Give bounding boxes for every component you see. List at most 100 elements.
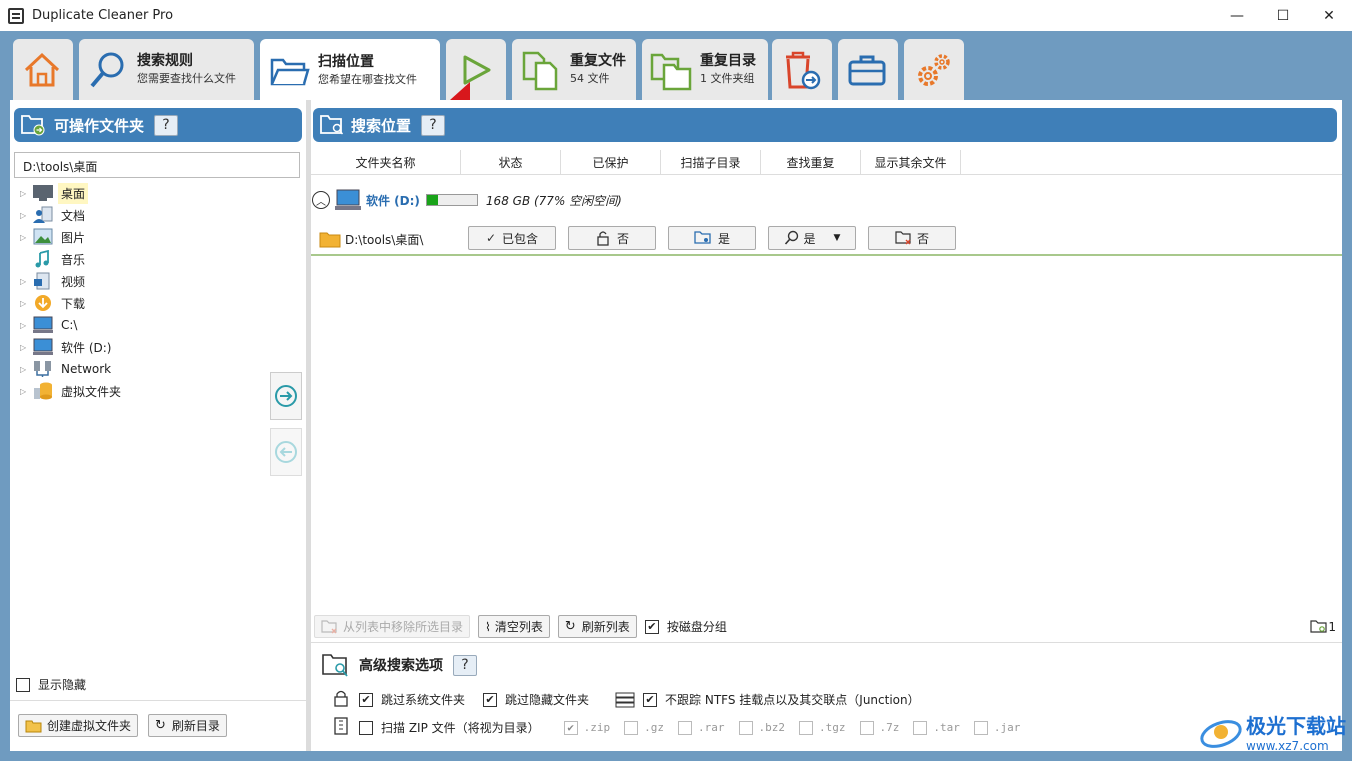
left-panel: 可操作文件夹 ? D:\tools\桌面 ▷ 桌面 ▷ 文档 ▷ 图片 音乐 ▷… — [10, 100, 306, 751]
ext-tgz[interactable]: .tgz — [799, 720, 846, 735]
ext-tar[interactable]: .tar — [913, 720, 960, 735]
group-by-disk-option[interactable]: ✔ 按磁盘分组 — [644, 618, 727, 635]
expand-arrow-icon[interactable]: ▷ — [20, 277, 32, 286]
ext-label: .tgz — [819, 721, 846, 734]
column-protected[interactable]: 已保护 — [561, 150, 661, 174]
tree-item-label: C:\ — [61, 318, 78, 332]
search-icon — [90, 52, 124, 88]
tab-search-rules[interactable]: 搜索规则 您需要查找什么文件 — [79, 39, 254, 101]
column-scan-subdirs[interactable]: 扫描子目录 — [661, 150, 761, 174]
ext-gz-checkbox[interactable] — [624, 720, 639, 735]
search-locations-title: 搜索位置 — [351, 116, 412, 135]
tab-duplicate-folders[interactable]: 重复目录 1 文件夹组 — [642, 39, 768, 101]
maximize-button[interactable]: ☐ — [1260, 0, 1306, 31]
create-virtual-folder-button[interactable]: 创建虚拟文件夹 — [18, 714, 139, 737]
tab-tools[interactable] — [838, 39, 898, 101]
collapse-icon[interactable]: ︿ — [312, 191, 330, 209]
ext-7z-checkbox[interactable] — [859, 720, 874, 735]
tree-item-virtual-folders[interactable]: ▷ 虚拟文件夹 — [14, 380, 300, 402]
status-included-button[interactable]: ✓ 已包含 — [468, 226, 556, 250]
expand-arrow-icon[interactable]: ▷ — [20, 299, 32, 308]
ext-jar-checkbox[interactable] — [973, 720, 988, 735]
ext-tar-checkbox[interactable] — [913, 720, 928, 735]
ext-zip[interactable]: ✔ .zip — [563, 720, 611, 735]
title-bar: Duplicate Cleaner Pro — ☐ ✕ — [0, 0, 1352, 31]
expand-arrow-icon[interactable]: ▷ — [20, 387, 32, 396]
ext-rar-checkbox[interactable] — [678, 720, 693, 735]
tab-home[interactable] — [13, 39, 73, 101]
ext-bz2[interactable]: .bz2 — [738, 720, 786, 735]
expand-arrow-icon[interactable]: ▷ — [20, 321, 32, 330]
ext-label: .zip — [583, 721, 611, 734]
skip-system-folders-label: 跳过系统文件夹 — [381, 693, 466, 707]
expand-arrow-icon[interactable]: ▷ — [20, 365, 32, 374]
add-to-locations-button[interactable] — [270, 372, 302, 420]
ext-label: .gz — [644, 721, 665, 734]
skip-hidden-folders-checkbox[interactable]: ✔ — [483, 692, 498, 707]
column-show-other-files[interactable]: 显示其余文件 — [861, 150, 961, 174]
ext-gz[interactable]: .gz — [624, 720, 665, 735]
locations-table-header: 文件夹名称 状态 已保护 扫描子目录 查找重复 显示其余文件 — [311, 150, 1342, 175]
expand-arrow-icon[interactable]: ▷ — [20, 211, 32, 220]
network-icon — [34, 361, 51, 377]
tree-item-pictures[interactable]: ▷ 图片 — [14, 226, 300, 248]
ext-zip-checkbox[interactable]: ✔ — [563, 720, 578, 735]
location-row[interactable]: D:\tools\桌面\ ✓ 已包含 否 是 是 ▼ 否 — [311, 224, 1342, 256]
show-hidden-option[interactable]: 显示隐藏 — [16, 676, 86, 693]
column-folder-name[interactable]: 文件夹名称 — [311, 150, 461, 174]
ext-rar[interactable]: .rar — [678, 720, 725, 735]
broom-icon: ⌇ — [485, 619, 491, 634]
database-icon — [34, 382, 52, 400]
tree-item-label: 音乐 — [61, 252, 86, 267]
ext-tgz-checkbox[interactable] — [799, 720, 814, 735]
tab-duplicate-files[interactable]: 重复文件 54 文件 — [512, 39, 636, 101]
scan-subdirs-toggle-button[interactable]: 是 — [668, 226, 756, 250]
help-button[interactable]: ? — [453, 654, 477, 676]
close-button[interactable]: ✕ — [1306, 0, 1352, 31]
ext-7z[interactable]: .7z — [859, 720, 899, 735]
subfolder-icon — [694, 231, 711, 244]
trash-move-icon — [786, 51, 821, 90]
column-find-duplicates[interactable]: 查找重复 — [761, 150, 861, 174]
show-other-files-toggle-button[interactable]: 否 — [868, 226, 956, 250]
expand-arrow-icon[interactable]: ▷ — [20, 233, 32, 242]
expand-arrow-icon[interactable]: ▷ — [20, 343, 32, 352]
tab-settings[interactable] — [904, 39, 964, 101]
tree-item-videos[interactable]: ▷ 视频 — [14, 270, 300, 292]
tree-item-drive-c[interactable]: ▷ C:\ — [14, 314, 300, 336]
download-icon — [35, 295, 51, 311]
ext-label: .bz2 — [758, 721, 786, 734]
ext-label: .rar — [698, 721, 725, 734]
find-duplicates-dropdown[interactable]: 是 ▼ — [768, 226, 856, 250]
ext-jar[interactable]: .jar — [973, 720, 1021, 735]
scan-zip-checkbox[interactable] — [359, 720, 373, 735]
tree-item-drive-d[interactable]: ▷ 软件 (D:) — [14, 336, 300, 358]
create-virtual-folder-label: 创建虚拟文件夹 — [47, 719, 132, 733]
ext-label: .jar — [993, 721, 1021, 734]
no-ntfs-junction-checkbox[interactable]: ✔ — [643, 692, 658, 707]
ext-bz2-checkbox[interactable] — [738, 720, 753, 735]
remove-selected-button[interactable]: 从列表中移除所选目录 — [314, 615, 471, 638]
tree-item-music[interactable]: 音乐 — [14, 248, 300, 270]
remove-from-locations-button[interactable] — [270, 428, 302, 476]
show-hidden-checkbox[interactable] — [16, 677, 30, 692]
help-button[interactable]: ? — [154, 114, 179, 136]
skip-system-folders-checkbox[interactable]: ✔ — [359, 692, 373, 707]
current-path-field[interactable]: D:\tools\桌面 — [14, 152, 300, 178]
tree-item-documents[interactable]: ▷ 文档 — [14, 204, 300, 226]
help-button[interactable]: ? — [421, 114, 446, 136]
tree-item-label: 桌面 — [58, 182, 89, 204]
expand-arrow-icon[interactable]: ▷ — [20, 189, 32, 198]
tab-file-removal[interactable] — [772, 39, 832, 101]
column-status[interactable]: 状态 — [461, 150, 561, 174]
minimize-button[interactable]: — — [1214, 0, 1260, 31]
refresh-list-button[interactable]: ↻ 刷新列表 — [557, 615, 637, 638]
tree-item-network[interactable]: ▷ Network — [14, 358, 300, 380]
protected-toggle-button[interactable]: 否 — [568, 226, 656, 250]
clear-list-button[interactable]: ⌇ 清空列表 — [478, 615, 550, 638]
ribbon: 搜索规则 您需要查找什么文件 扫描位置 您希望在哪查找文件 重复文件 54 文件 — [0, 31, 1352, 102]
tree-item-downloads[interactable]: ▷ 下载 — [14, 292, 300, 314]
tree-item-desktop[interactable]: ▷ 桌面 — [14, 182, 300, 204]
refresh-directory-button[interactable]: ↻ 刷新目录 — [148, 714, 227, 737]
group-by-disk-checkbox[interactable]: ✔ — [644, 619, 659, 634]
